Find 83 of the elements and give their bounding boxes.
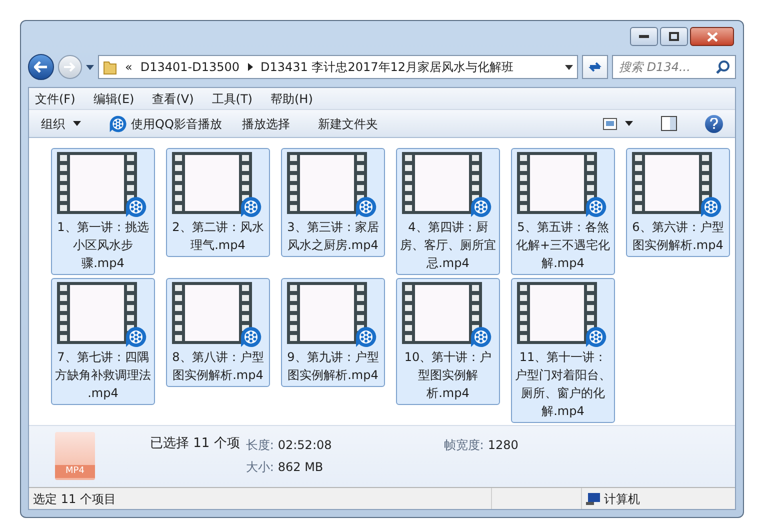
toolbar-button[interactable]: 使用QQ影音播放	[109, 114, 222, 132]
player-icon	[125, 196, 147, 218]
minimize-icon	[639, 34, 649, 38]
player-icon	[355, 196, 377, 218]
file-item[interactable]: 3、第三讲：家居风水之厨房.mp4	[281, 148, 385, 257]
maximize-icon	[669, 32, 679, 41]
preview-pane-button[interactable]	[661, 116, 677, 131]
file-name: 2、第二讲：风水理气.mp4	[171, 219, 265, 254]
computer-icon	[586, 492, 600, 504]
file-item[interactable]: 5、第五讲：各煞化解+三不遇宅化解.mp4	[511, 148, 615, 275]
file-item[interactable]: 4、第四讲：厨房、客厅、厕所宜忌.mp4	[396, 148, 500, 275]
forward-arrow-icon	[64, 62, 76, 72]
maximize-button[interactable]	[660, 27, 688, 46]
breadcrumb-arrow-icon	[248, 63, 253, 71]
caret-icon	[73, 121, 81, 126]
dropdown-caret-icon	[86, 64, 94, 70]
file-name: 6、第六讲：户型图实例解析.mp4	[631, 219, 725, 254]
search-icon	[716, 60, 730, 74]
file-item[interactable]: 1、第一讲：挑选小区风水步骤.mp4	[51, 148, 155, 275]
breadcrumb-item[interactable]: D13431 李计忠2017年12月家居风水与化解班	[260, 58, 514, 76]
player-icon	[470, 196, 492, 218]
menu-item[interactable]: 工具(T)	[212, 90, 252, 108]
folder-icon	[103, 59, 117, 75]
status-location: 计算机	[604, 490, 640, 508]
view-options-button[interactable]	[603, 118, 633, 130]
refresh-icon	[588, 60, 602, 74]
file-name: 3、第三讲：家居风水之厨房.mp4	[286, 219, 380, 254]
player-icon	[585, 196, 607, 218]
detail-value: 1280	[488, 437, 518, 454]
pane-icon	[661, 116, 677, 131]
overflow-chevron[interactable]: «	[125, 58, 132, 76]
player-icon	[585, 326, 607, 348]
player-icon	[700, 196, 722, 218]
file-item[interactable]: 6、第六讲：户型图实例解析.mp4	[626, 148, 730, 257]
player-icon	[355, 326, 377, 348]
file-item[interactable]: 7、第七讲：四隅方缺角补救调理法 .mp4	[51, 278, 155, 405]
file-item[interactable]: 2、第二讲：风水理气.mp4	[166, 148, 270, 257]
player-icon	[125, 326, 147, 348]
help-button[interactable]	[705, 114, 723, 132]
back-arrow-icon	[34, 61, 48, 73]
back-button[interactable]	[28, 54, 54, 80]
selection-summary: 已选择 11 个项	[150, 435, 240, 453]
player-icon	[470, 326, 492, 348]
search-field[interactable]: 搜索 D134...	[612, 55, 736, 79]
close-button[interactable]	[690, 27, 734, 46]
file-type-label: MP4	[55, 464, 95, 478]
file-name: 4、第四讲：厨房、客厅、厕所宜忌.mp4	[399, 219, 497, 272]
toolbar-button[interactable]: 新建文件夹	[318, 114, 378, 132]
toolbar-button[interactable]: 组织	[41, 114, 81, 132]
player-icon	[109, 114, 127, 132]
file-item[interactable]: 8、第八讲：户型图实例解析.mp4	[166, 278, 270, 387]
detail-value: 862 MB	[278, 459, 324, 476]
file-name: 8、第八讲：户型图实例解析.mp4	[171, 349, 265, 384]
menu-item[interactable]: 编辑(E)	[93, 90, 134, 108]
detail-label: 长度:	[246, 437, 274, 454]
toolbar-button[interactable]: 播放选择	[242, 114, 290, 132]
file-name: 5、第五讲：各煞化解+三不遇宅化解.mp4	[514, 219, 612, 272]
file-name: 11、第十一讲：户型门对着阳台、厕所、窗户的化解.mp4	[514, 349, 612, 420]
help-icon	[710, 118, 718, 129]
close-icon	[706, 32, 718, 42]
caret-icon	[625, 121, 633, 126]
file-name: 1、第一讲：挑选小区风水步骤.mp4	[56, 219, 150, 272]
player-icon	[240, 196, 262, 218]
file-item[interactable]: 9、第九讲：户型图实例解析.mp4	[281, 278, 385, 387]
menu-item[interactable]: 文件(F)	[35, 90, 76, 108]
refresh-button[interactable]	[582, 55, 608, 79]
minimize-button[interactable]	[630, 27, 658, 46]
file-name: 10、第十讲：户型图实例解析.mp4	[403, 349, 493, 402]
menu-item[interactable]: 帮助(H)	[270, 90, 313, 108]
file-item[interactable]: 10、第十讲：户型图实例解析.mp4	[396, 278, 500, 405]
detail-value: 02:52:08	[278, 437, 332, 454]
dropdown-caret-icon	[565, 64, 573, 70]
file-name: 9、第九讲：户型图实例解析.mp4	[286, 349, 380, 384]
address-bar[interactable]: « D13401-D13500 D13431 李计忠2017年12月家居风水与化解班	[98, 55, 578, 79]
file-item[interactable]: 11、第十一讲：户型门对着阳台、厕所、窗户的化解.mp4	[511, 278, 615, 423]
player-icon	[240, 326, 262, 348]
breadcrumb-item[interactable]: D13401-D13500	[140, 58, 240, 76]
status-text: 选定 11 个项目	[33, 490, 116, 508]
menu-item[interactable]: 查看(V)	[152, 90, 194, 108]
view-icon	[603, 118, 617, 130]
detail-label: 帧宽度:	[444, 437, 484, 454]
detail-label: 大小:	[246, 459, 274, 476]
file-name: 7、第七讲：四隅方缺角补救调理法 .mp4	[54, 349, 152, 402]
